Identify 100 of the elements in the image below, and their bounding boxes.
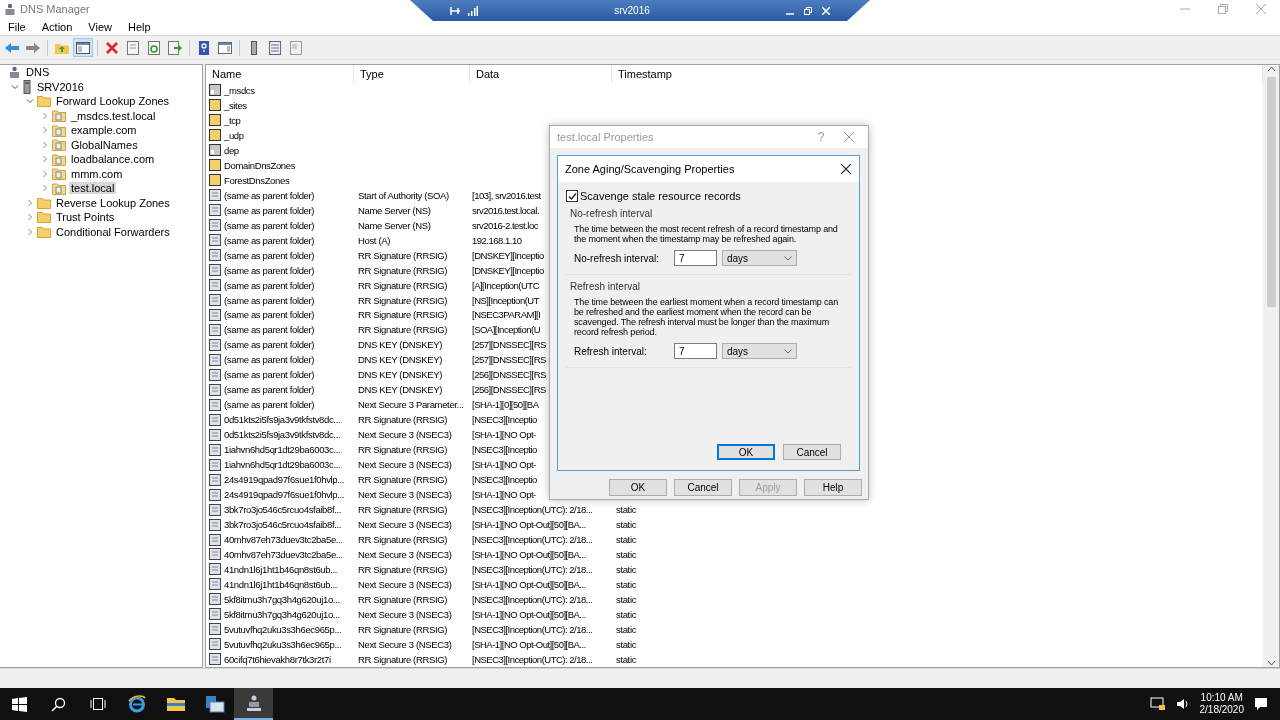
checkbox[interactable] bbox=[566, 190, 578, 202]
menu-item[interactable]: View bbox=[80, 20, 120, 33]
type-cell: Next Secure 3 (NSEC3) bbox=[358, 549, 452, 560]
remote-desktop-icon bbox=[244, 694, 263, 712]
record-icon bbox=[209, 578, 221, 591]
tree-item[interactable]: Trust Points bbox=[54, 211, 117, 224]
data-cell: [NSEC3][Inceptio bbox=[472, 414, 537, 426]
type-cell: RR Signature (RRSIG) bbox=[358, 534, 448, 545]
type-cell: Next Secure 3 (NSEC3) bbox=[358, 489, 452, 501]
dialog-button[interactable]: Help bbox=[804, 479, 862, 496]
menu-item[interactable]: File bbox=[0, 20, 34, 33]
file-folder-icon bbox=[165, 696, 186, 712]
group-description: The time between the most recent refresh of a record timestamp and the moment when the timestamp may be refreshed again. bbox=[574, 224, 839, 244]
name-cell: _sites bbox=[224, 99, 247, 111]
type-cell: RR Signature (RRSIG) bbox=[358, 653, 448, 665]
toolbar-button[interactable] bbox=[165, 38, 185, 57]
data-cell: [SHA-1][NO Opt- bbox=[472, 429, 536, 441]
tree-item[interactable]: GlobalNames bbox=[69, 138, 140, 151]
tree-item[interactable]: Reverse Lookup Zones bbox=[54, 196, 172, 209]
unit-dropdown[interactable]: days bbox=[722, 250, 797, 266]
group-title: No-refresh interval bbox=[570, 208, 654, 219]
name-cell: 41ndn1l6j1ht1b46qn8st6ub... bbox=[224, 563, 338, 575]
data-cell: [NSEC3][Inception(UTC): 2/18... bbox=[472, 653, 593, 665]
notification-icon[interactable] bbox=[1254, 697, 1268, 711]
interval-field[interactable]: 7 bbox=[674, 250, 717, 266]
type-cell: RR Signature (RRSIG) bbox=[358, 264, 448, 276]
name-cell: (same as parent folder) bbox=[224, 354, 315, 366]
scroll-up-icon[interactable] bbox=[1266, 65, 1276, 73]
timestamp-cell: static bbox=[616, 653, 637, 665]
tree-item[interactable]: example.com bbox=[69, 124, 139, 137]
dropdown-chevron-icon[interactable] bbox=[784, 348, 792, 354]
pin-icon[interactable] bbox=[450, 5, 462, 16]
name-cell: 5kf8itmu3h7gq3h4g620uj1o... bbox=[224, 593, 340, 605]
tree-item[interactable]: SRV2016 bbox=[35, 80, 86, 93]
dropdown-chevron-icon[interactable] bbox=[784, 255, 792, 261]
data-cell: [256][DNSSEC][RS bbox=[472, 384, 546, 396]
timestamp-cell: static bbox=[616, 608, 637, 620]
record-icon bbox=[209, 593, 221, 606]
type-cell: RR Signature (RRSIG) bbox=[358, 294, 448, 306]
data-cell: [NSEC3PARAM][I bbox=[472, 309, 541, 321]
unit-dropdown[interactable]: days bbox=[722, 343, 797, 359]
record-icon bbox=[209, 533, 221, 546]
type-cell: RR Signature (RRSIG) bbox=[358, 249, 448, 261]
dialog-title: Zone Aging/Scavenging Properties bbox=[565, 163, 736, 175]
menu-item[interactable]: Action bbox=[33, 20, 81, 33]
name-cell: 40mhv87eh73duev3tc2ba5e... bbox=[224, 549, 343, 560]
scroll-down-icon[interactable] bbox=[1266, 659, 1276, 667]
console-tree-icon bbox=[75, 39, 91, 56]
speaker-icon[interactable] bbox=[1175, 697, 1190, 711]
export-list-icon bbox=[167, 39, 183, 56]
tree-item[interactable]: DNS bbox=[24, 66, 52, 79]
record-icon bbox=[209, 443, 221, 456]
record-icon bbox=[209, 204, 221, 217]
tree-item[interactable]: _msdcs.test.local bbox=[69, 109, 158, 122]
dns-app-icon bbox=[4, 2, 16, 16]
data-cell: [NSEC3][Inception(UTC): 2/18... bbox=[472, 504, 593, 516]
dns-server-icon bbox=[8, 65, 21, 79]
name-cell: 3bk7ro3jo546c5rcuo4sfaib8f... bbox=[224, 504, 342, 516]
folder-icon bbox=[37, 211, 51, 224]
data-cell: [DNSKEY][Inceptio bbox=[472, 249, 544, 261]
record-icon bbox=[209, 653, 221, 666]
name-cell: 3bk7ro3jo546c5rcuo4sfaib8f... bbox=[224, 519, 342, 531]
column-header[interactable]: Name bbox=[206, 65, 354, 83]
taskbar-button[interactable] bbox=[234, 688, 273, 720]
column-header[interactable]: Data bbox=[470, 65, 612, 83]
dialog-button[interactable]: Cancel bbox=[783, 444, 841, 460]
folder-icon bbox=[37, 95, 51, 108]
tree-item[interactable]: mmm.com bbox=[69, 167, 125, 180]
type-cell: Host (A) bbox=[358, 234, 391, 246]
record-icon bbox=[209, 428, 221, 441]
type-cell: DNS KEY (DNSKEY) bbox=[358, 354, 442, 366]
properties-icon bbox=[125, 39, 141, 56]
data-cell: [SHA-1][NO Opt-Out][50][BA... bbox=[472, 549, 586, 560]
type-cell: Next Secure 3 (NSEC3) bbox=[358, 519, 452, 531]
name-cell: (same as parent folder) bbox=[224, 249, 315, 261]
dialog-button[interactable]: OK bbox=[609, 479, 667, 496]
data-cell: [NS][Inception(UT bbox=[472, 294, 539, 306]
dialog-button[interactable]: Cancel bbox=[674, 479, 732, 496]
zone-folder-icon bbox=[52, 167, 66, 181]
restore-icon[interactable] bbox=[804, 6, 812, 15]
tree-item[interactable]: Forward Lookup Zones bbox=[54, 95, 172, 108]
tree-item[interactable]: Conditional Forwarders bbox=[54, 225, 172, 238]
data-cell: [DNSKEY][Inceptio bbox=[472, 264, 544, 276]
data-cell: [NSEC3][Inceptio bbox=[472, 474, 537, 486]
scrollbar-thumb[interactable] bbox=[1266, 77, 1276, 307]
tree-item[interactable]: loadbalance.com bbox=[69, 153, 157, 166]
network-icon[interactable] bbox=[1149, 697, 1166, 711]
column-header[interactable]: Type bbox=[354, 65, 470, 83]
window-title: DNS Manager bbox=[20, 3, 90, 15]
record-icon bbox=[209, 234, 221, 247]
interval-field[interactable]: 7 bbox=[674, 343, 717, 359]
data-cell: [SHA-1][0][50][BA bbox=[472, 399, 539, 411]
close-icon[interactable] bbox=[841, 164, 851, 174]
toolbar-button[interactable] bbox=[73, 38, 93, 57]
record-icon bbox=[209, 338, 221, 351]
type-cell: RR Signature (RRSIG) bbox=[358, 279, 448, 291]
tree-item[interactable]: test.local bbox=[69, 182, 117, 195]
dialog-button[interactable]: OK bbox=[717, 444, 775, 460]
menu-item[interactable]: Help bbox=[119, 20, 159, 33]
folder-icon bbox=[209, 99, 221, 112]
